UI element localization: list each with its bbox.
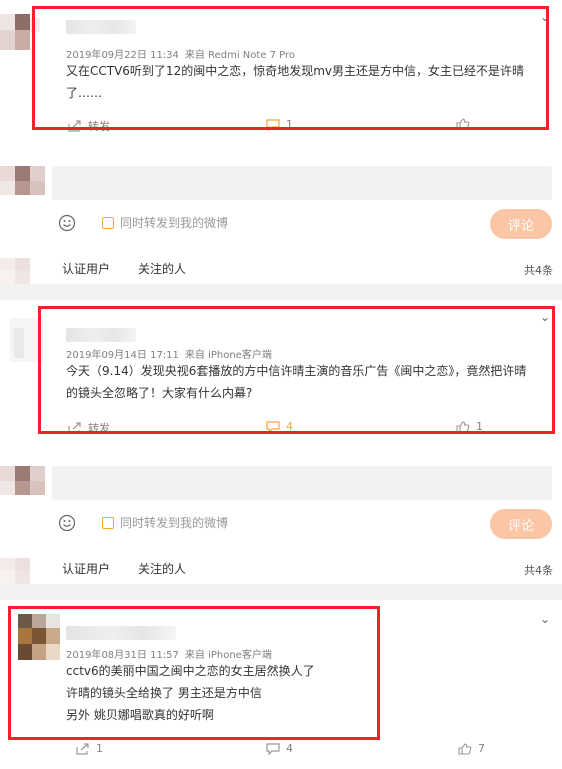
forward-checkbox-label: 同时转发到我的微博 <box>120 216 229 230</box>
chevron-down-icon[interactable]: ⌄ <box>540 612 550 626</box>
repost-count: 1 <box>96 742 103 755</box>
like-count: 7 <box>478 742 485 755</box>
avatar <box>0 460 46 496</box>
comment-filter-tabs: 认证用户 关注的人 <box>62 560 214 577</box>
total-count: 共4条 <box>524 264 553 277</box>
annotation-box <box>38 306 555 434</box>
forward-to-weibo-option[interactable]: 同时转发到我的微博 <box>102 514 228 531</box>
comment-input[interactable] <box>52 166 552 200</box>
forward-to-weibo-option[interactable]: 同时转发到我的微博 <box>102 214 228 231</box>
like-action[interactable]: 7 <box>458 742 485 755</box>
share-icon <box>76 742 89 755</box>
comment-submit-button[interactable]: 评论 <box>490 509 552 539</box>
comment-icon <box>266 742 280 755</box>
total-count: 共4条 <box>524 564 553 577</box>
comment-input[interactable] <box>52 466 552 500</box>
thumbs-up-icon <box>458 742 472 755</box>
comment-submit-button[interactable]: 评论 <box>490 209 552 239</box>
tab-following[interactable]: 关注的人 <box>138 562 186 576</box>
forward-checkbox[interactable] <box>102 516 114 529</box>
comment-count: 4 <box>286 742 293 755</box>
avatar <box>0 256 46 286</box>
tab-verified-users[interactable]: 认证用户 <box>62 562 110 576</box>
emoji-icon[interactable] <box>58 514 76 536</box>
divider <box>0 284 562 300</box>
comment-filter-tabs: 认证用户 关注的人 <box>62 260 214 277</box>
repost-action[interactable]: 1 <box>76 742 103 755</box>
avatar <box>0 160 46 196</box>
divider <box>0 584 562 600</box>
comment-action[interactable]: 4 <box>266 742 293 755</box>
tab-following[interactable]: 关注的人 <box>138 262 186 276</box>
tab-verified-users[interactable]: 认证用户 <box>62 262 110 276</box>
forward-checkbox[interactable] <box>102 216 114 229</box>
emoji-icon[interactable] <box>58 214 76 236</box>
annotation-box <box>8 606 380 740</box>
forward-checkbox-label: 同时转发到我的微博 <box>120 516 229 530</box>
avatar <box>0 556 46 586</box>
annotation-box <box>32 6 549 130</box>
